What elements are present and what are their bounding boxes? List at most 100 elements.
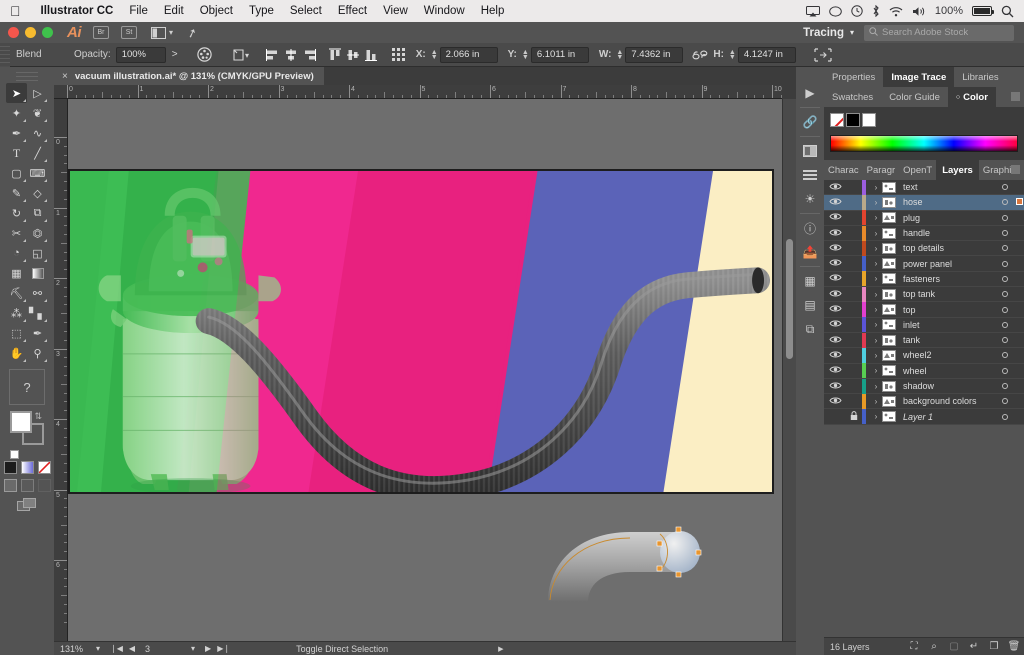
- align-left-icon[interactable]: [264, 46, 282, 64]
- layer-row[interactable]: › Layer 1: [824, 409, 1024, 425]
- horizontal-ruler[interactable]: 0 1 2 3 4 5 6 7 8 9 10: [54, 85, 782, 99]
- eye-visible-icon[interactable]: [824, 197, 846, 208]
- zoom-tool[interactable]: ⚲: [27, 343, 48, 363]
- artboard-tool[interactable]: ⬚: [6, 323, 27, 343]
- workspace-switcher[interactable]: Tracing ▾: [803, 27, 854, 39]
- export-icon[interactable]: 📤: [796, 240, 824, 264]
- rectangle-tool[interactable]: ▢: [6, 163, 27, 183]
- maximize-window-button[interactable]: [42, 27, 53, 38]
- layer-name[interactable]: top: [903, 305, 996, 315]
- volume-icon[interactable]: [912, 6, 926, 17]
- prev-artboard-button[interactable]: ◀: [129, 644, 135, 653]
- opacity-input[interactable]: 100%: [115, 46, 166, 63]
- tab-character[interactable]: Charac: [824, 160, 863, 180]
- menu-file[interactable]: File: [121, 0, 156, 22]
- panel-menu-icon[interactable]: [1011, 165, 1020, 174]
- layer-name[interactable]: handle: [903, 228, 996, 238]
- h-input[interactable]: 4.1247 in: [737, 46, 796, 63]
- selection-tool[interactable]: ➤: [6, 83, 27, 103]
- symbol-sprayer-tool[interactable]: ⁂: [6, 303, 27, 323]
- layer-row[interactable]: › wheel2: [824, 347, 1024, 364]
- make-clipping-mask-icon[interactable]: ▢: [944, 641, 964, 652]
- scale-tool[interactable]: ⧉: [27, 203, 48, 223]
- layer-target-indicator[interactable]: [996, 335, 1014, 345]
- minimize-window-button[interactable]: [25, 27, 36, 38]
- layer-target-indicator[interactable]: [996, 259, 1014, 269]
- eye-visible-icon[interactable]: [824, 273, 846, 284]
- layer-row[interactable]: › background colors: [824, 393, 1024, 410]
- y-input[interactable]: 6.1011 in: [530, 46, 589, 63]
- align-bottom-icon[interactable]: [362, 46, 380, 64]
- expand-layer-icon[interactable]: ›: [870, 198, 882, 207]
- tab-color[interactable]: ○ Color: [947, 87, 996, 107]
- layer-target-indicator[interactable]: [996, 350, 1014, 360]
- expand-layer-icon[interactable]: ›: [870, 320, 882, 329]
- layer-name[interactable]: fasteners: [903, 274, 996, 284]
- layer-row[interactable]: › top: [824, 302, 1024, 318]
- align-top-icon[interactable]: [326, 46, 344, 64]
- eye-visible-icon[interactable]: [824, 365, 846, 376]
- layer-name[interactable]: power panel: [903, 259, 996, 269]
- eye-visible-icon[interactable]: [824, 258, 846, 269]
- curvature-tool[interactable]: ∿: [27, 123, 48, 143]
- menu-effect[interactable]: Effect: [330, 0, 375, 22]
- type-tool[interactable]: T: [6, 143, 27, 163]
- zoom-level-value[interactable]: 131%: [54, 644, 96, 654]
- expand-layer-icon[interactable]: ›: [870, 183, 882, 192]
- expand-layer-icon[interactable]: ›: [870, 351, 882, 360]
- direct-selection-tool[interactable]: ▷: [27, 83, 48, 103]
- layer-row[interactable]: › wheel: [824, 363, 1024, 379]
- siri-icon[interactable]: [829, 5, 842, 17]
- tab-paragraph[interactable]: Paragr: [863, 160, 900, 180]
- layer-name[interactable]: background colors: [903, 396, 996, 406]
- eye-visible-icon[interactable]: [824, 319, 846, 330]
- layer-name[interactable]: text: [903, 182, 996, 192]
- status-indicator-text[interactable]: Toggle Direct Selection: [296, 644, 388, 654]
- gradient-tool[interactable]: [27, 263, 48, 283]
- artboard[interactable]: [68, 169, 774, 494]
- eye-visible-icon[interactable]: [824, 182, 846, 193]
- tab-color-guide[interactable]: Color Guide: [881, 87, 948, 107]
- layer-name[interactable]: wheel2: [903, 350, 996, 360]
- layer-row[interactable]: › plug: [824, 210, 1024, 226]
- eye-visible-icon[interactable]: [824, 228, 846, 239]
- align-middle-v-icon[interactable]: [344, 46, 362, 64]
- artboards-icon[interactable]: [796, 139, 824, 163]
- reference-point-icon[interactable]: [390, 46, 408, 64]
- none-swatch-button[interactable]: [37, 461, 51, 474]
- delete-selection-icon[interactable]: 🗑: [1004, 641, 1024, 652]
- expand-layer-icon[interactable]: ›: [870, 336, 882, 345]
- layers-list[interactable]: › text › hose › plug › handle › top details › power…: [824, 179, 1024, 425]
- layer-target-indicator[interactable]: [996, 320, 1014, 330]
- eye-visible-icon[interactable]: [824, 350, 846, 361]
- bluetooth-icon[interactable]: [872, 5, 880, 17]
- none-color-swatch[interactable]: [830, 113, 844, 127]
- next-artboard-button[interactable]: ▶: [201, 644, 211, 653]
- magic-wand-tool[interactable]: ✦: [6, 103, 27, 123]
- change-screen-mode-icon[interactable]: [17, 498, 37, 515]
- expand-layer-icon[interactable]: ›: [870, 274, 882, 283]
- expand-layer-icon[interactable]: ›: [870, 213, 882, 222]
- layer-name[interactable]: hose: [903, 197, 996, 207]
- layer-target-indicator[interactable]: [996, 396, 1014, 406]
- layer-row[interactable]: › fasteners: [824, 271, 1024, 288]
- tab-libraries[interactable]: Libraries: [954, 67, 1006, 87]
- bridge-button[interactable]: Br: [93, 26, 109, 39]
- document-tab[interactable]: × vacuum illustration.ai* @ 131% (CMYK/G…: [54, 67, 324, 85]
- menu-window[interactable]: Window: [416, 0, 473, 22]
- arrange-documents-icon[interactable]: ▾: [151, 26, 173, 39]
- eye-visible-icon[interactable]: [824, 381, 846, 392]
- layer-row[interactable]: › tank: [824, 332, 1024, 349]
- timemachine-icon[interactable]: [851, 5, 863, 17]
- eye-visible-icon[interactable]: [824, 212, 846, 223]
- layer-name[interactable]: Layer 1: [903, 412, 996, 422]
- column-graph-tool[interactable]: ▘▖: [27, 303, 48, 323]
- expand-layer-icon[interactable]: ›: [870, 382, 882, 391]
- menu-type[interactable]: Type: [241, 0, 282, 22]
- close-tab-icon[interactable]: ×: [62, 71, 68, 82]
- expand-layer-icon[interactable]: ›: [870, 366, 882, 375]
- y-stepper[interactable]: ▲ ▼: [522, 49, 529, 61]
- layer-row[interactable]: › power panel: [824, 256, 1024, 272]
- w-stepper[interactable]: ▲ ▼: [616, 49, 623, 61]
- layer-target-indicator[interactable]: [996, 243, 1014, 253]
